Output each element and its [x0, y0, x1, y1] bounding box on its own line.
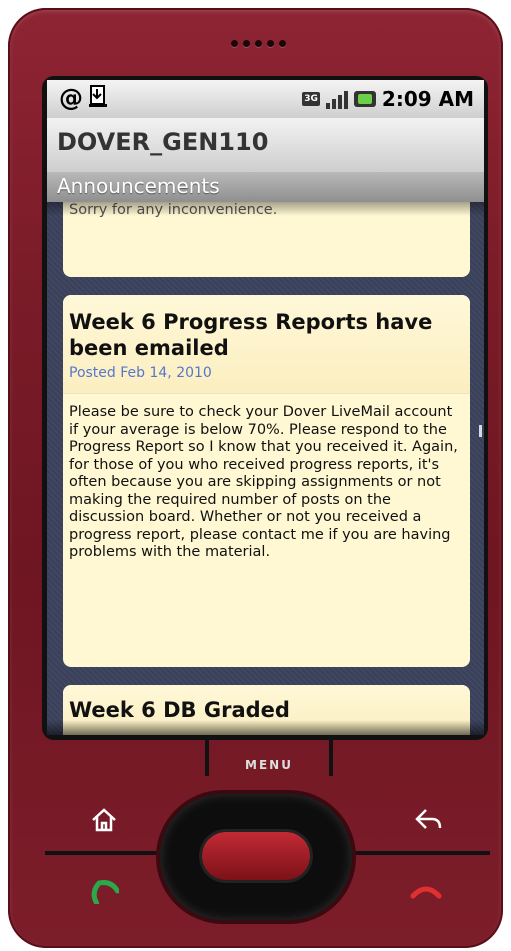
- back-icon[interactable]: [414, 806, 444, 839]
- speaker-grille: [231, 40, 286, 47]
- screen: @ 3G 2:09 AM DOVER_GEN110 Announcements …: [47, 80, 484, 735]
- app-title: DOVER_GEN110: [57, 128, 269, 156]
- app-title-bar: DOVER_GEN110: [47, 118, 484, 180]
- download-icon: [89, 84, 109, 114]
- scroll-shadow-bottom: [47, 720, 484, 735]
- 3g-icon: 3G: [302, 92, 320, 106]
- announcement-card[interactable]: Week 6 Progress Reports have been emaile…: [63, 295, 470, 667]
- trackball[interactable]: [202, 832, 310, 880]
- signal-bars-icon: [325, 89, 348, 109]
- clock: 2:09 AM: [381, 87, 474, 111]
- battery-charging-icon: [353, 91, 376, 107]
- section-header: Announcements: [47, 172, 484, 202]
- home-icon[interactable]: [90, 806, 118, 839]
- menu-label: MENU: [245, 758, 293, 772]
- status-bar: @ 3G 2:09 AM: [47, 80, 484, 118]
- dpad[interactable]: [160, 794, 352, 920]
- menu-button[interactable]: MENU: [205, 740, 333, 776]
- announcement-date[interactable]: Posted Feb 14, 2010: [69, 365, 464, 381]
- announcement-header: Week 6 Progress Reports have been emaile…: [63, 295, 470, 394]
- end-call-icon[interactable]: [410, 880, 442, 909]
- scroll-shadow-top: [47, 202, 484, 216]
- announcement-body: Please be sure to check your Dover LiveM…: [69, 404, 458, 560]
- call-icon[interactable]: [87, 876, 120, 909]
- announcement-title: Week 6 Progress Reports have been emaile…: [69, 310, 433, 360]
- announcement-list[interactable]: Sorry for any inconvenience. Week 6 Prog…: [63, 202, 470, 735]
- at-sign-icon: @: [59, 84, 83, 112]
- section-title: Announcements: [57, 174, 220, 198]
- divider: [45, 851, 170, 855]
- divider: [345, 851, 490, 855]
- scroll-indicator[interactable]: [479, 425, 482, 437]
